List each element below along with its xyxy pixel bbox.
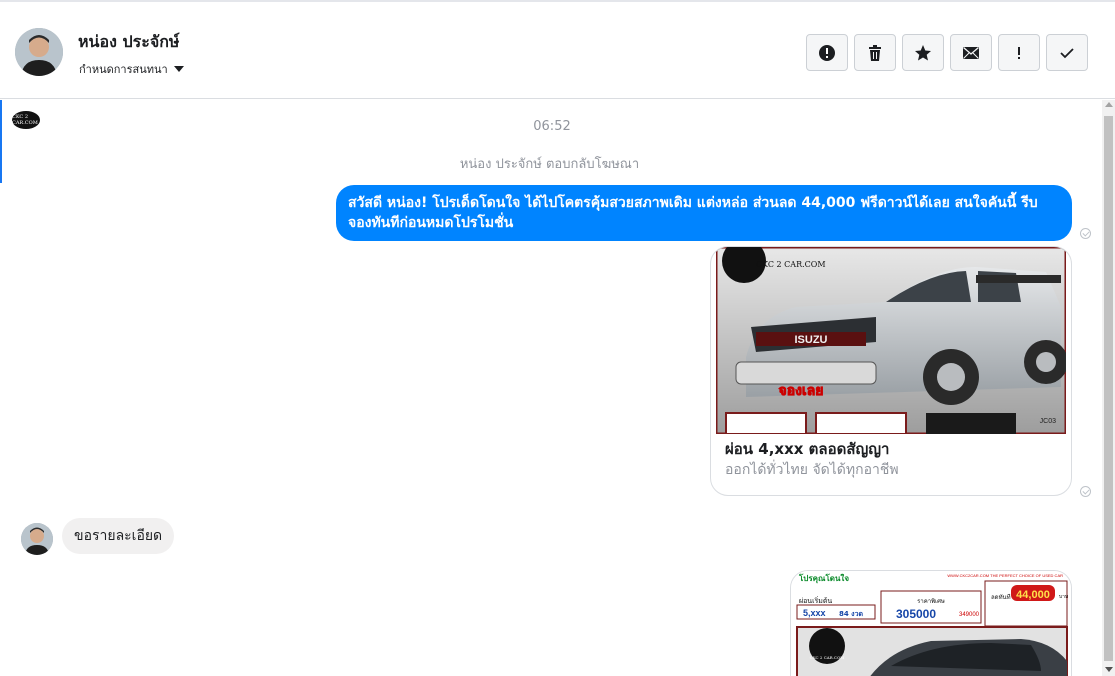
checkmark-icon xyxy=(1060,47,1074,58)
ad-card[interactable]: ISUZU CKC 2 CAR.COM จองเลย JC03 ผ่อน 4,x… xyxy=(710,246,1072,496)
caret-down-icon xyxy=(173,66,184,72)
car-brand-text: ISUZU xyxy=(795,334,828,346)
card2-price-value: 305000 xyxy=(896,607,936,621)
star-button[interactable] xyxy=(902,34,944,71)
mark-done-button[interactable] xyxy=(1046,34,1088,71)
incoming-message[interactable]: ขอรายละเอียด xyxy=(62,518,175,554)
photo-code-text: JC03 xyxy=(1040,418,1056,425)
card2-discount-label: ลดทันที xyxy=(991,593,1011,601)
trash-icon xyxy=(869,44,881,61)
card2-price-label: ราคาพิเศษ xyxy=(917,598,945,605)
sent-check-icon xyxy=(1080,228,1091,239)
car-photo: ISUZU CKC 2 CAR.COM จองเลย JC03 xyxy=(716,247,1066,434)
book-now-badge: จองเลย xyxy=(778,383,823,399)
thread-scrollbar[interactable] xyxy=(1102,100,1115,676)
ad-reply-note: หน่อง ประจักษ์ ตอบกลับโฆษณา xyxy=(459,157,640,172)
exclamation-icon xyxy=(1018,46,1020,59)
outgoing-message[interactable]: สวัสดี หน่อง! โปรเด็ดโดนใจ ได้ไปโคตรคุ้ม… xyxy=(336,185,1072,241)
ad-card-subtitle: ออกได้ทั่วไทย จัดได้ทุกอาชีพ xyxy=(725,462,899,478)
scroll-thumb[interactable] xyxy=(1104,116,1113,661)
sender-avatar xyxy=(21,523,53,555)
message-thread[interactable]: CKC 2 CAR.COM 06:52 หน่อง ประจักษ์ ตอบกล… xyxy=(2,100,1102,676)
conversation-schedule-dropdown[interactable]: กำหนดการสนทนา xyxy=(79,60,184,78)
card2-installment-label: ผ่อนเริ่มต้น xyxy=(799,596,832,605)
envelope-icon xyxy=(963,46,979,59)
ad-card-title: ผ่อน 4,xxx ตลอดสัญญา xyxy=(725,440,890,458)
conversation-toolbar xyxy=(806,34,1088,71)
card2-headline: โปรคุณโดนใจ xyxy=(798,573,849,584)
photo-logo-text: CKC 2 CAR.COM xyxy=(756,260,826,269)
mark-unread-button[interactable] xyxy=(950,34,992,71)
scroll-up-arrow-icon[interactable] xyxy=(1105,102,1113,107)
delete-button[interactable] xyxy=(854,34,896,71)
mark-spam-button[interactable] xyxy=(806,34,848,71)
card2-discount-unit: บาท xyxy=(1059,594,1068,600)
card2-logo-text: CKC 2 CAR.COM xyxy=(810,655,845,660)
delivered-check-icon xyxy=(1080,486,1091,497)
ad-card-2[interactable]: โปรคุณโดนใจ WWW.CKC2CAR.COM THE PERFECT … xyxy=(790,570,1072,676)
card2-price-old: 349000 xyxy=(959,612,980,618)
message-timestamp: 06:52 xyxy=(533,119,571,134)
card2-site-text: WWW.CKC2CAR.COM THE PERFECT CHOICE OF US… xyxy=(947,573,1063,578)
follow-up-button[interactable] xyxy=(998,34,1040,71)
contact-name: หน่อง ประจักษ์ xyxy=(78,32,180,51)
card2-installment-term: 84 งวด xyxy=(839,610,864,618)
schedule-label: กำหนดการสนทนา xyxy=(79,63,168,76)
alert-circle-icon xyxy=(819,44,835,61)
star-icon xyxy=(915,44,931,60)
contact-avatar[interactable] xyxy=(15,28,63,76)
card2-installment-value: 5,xxx xyxy=(803,608,826,618)
scroll-down-arrow-icon[interactable] xyxy=(1105,667,1113,672)
card2-discount-value: 44,000 xyxy=(1016,589,1050,601)
conversation-header: หน่อง ประจักษ์ กำหนดการสนทนา xyxy=(0,0,1115,99)
